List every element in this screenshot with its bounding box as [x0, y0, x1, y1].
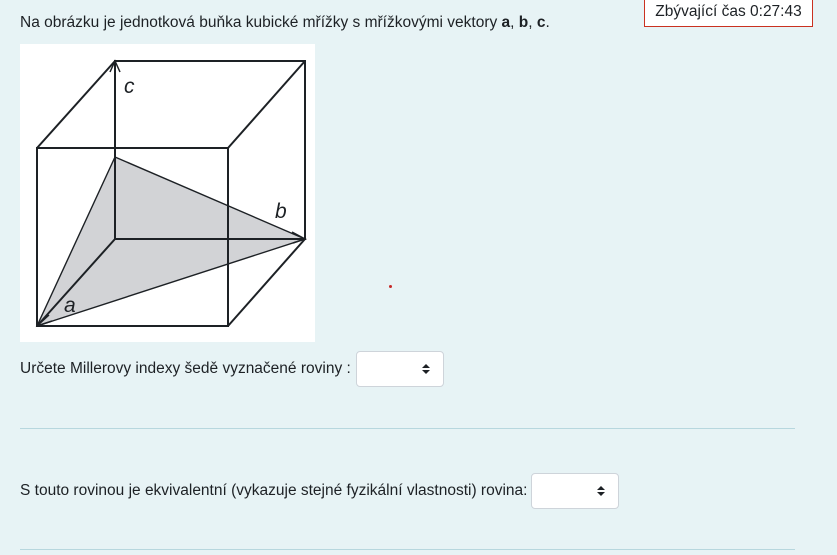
intro-separator: , — [528, 14, 537, 31]
intro-suffix: . — [545, 14, 550, 31]
vector-b-text: b — [275, 200, 287, 223]
marker-dot — [389, 285, 392, 288]
shaded-plane — [35, 156, 307, 328]
question-1-row: Určete Millerovy indexy šedě vyznačené r… — [20, 350, 444, 388]
divider — [20, 428, 795, 429]
equivalent-plane-select[interactable] — [531, 472, 620, 509]
sort-arrows-icon — [597, 485, 606, 496]
vector-a-label: a — [501, 14, 511, 31]
question-intro: Na obrázku je jednotková buňka kubické m… — [20, 14, 550, 32]
remaining-time: Zbývající čas 0:27:43 — [644, 0, 813, 27]
question-2-label: S touto rovinou je ekvivalentní (vykazuj… — [20, 481, 528, 499]
cubic-cell-diagram: c b a — [35, 59, 307, 328]
divider — [20, 549, 795, 550]
vector-b-label: b — [518, 14, 529, 31]
miller-indices-select[interactable] — [355, 351, 444, 387]
vector-a-text: a — [64, 294, 76, 317]
vector-c-label: c — [536, 14, 546, 31]
intro-separator: , — [510, 14, 519, 31]
intro-text: Na obrázku je jednotková buňka kubické m… — [20, 14, 502, 31]
question-2-row: S touto rovinou je ekvivalentní (vykazuj… — [20, 472, 620, 509]
cubic-cell-figure: c b a — [20, 44, 315, 342]
sort-arrows-icon — [421, 364, 430, 374]
vector-c-text: c — [124, 75, 135, 98]
cube-edge — [227, 60, 306, 149]
cube-edge — [36, 60, 116, 149]
question-1-label: Určete Millerovy indexy šedě vyznačené r… — [20, 360, 351, 377]
